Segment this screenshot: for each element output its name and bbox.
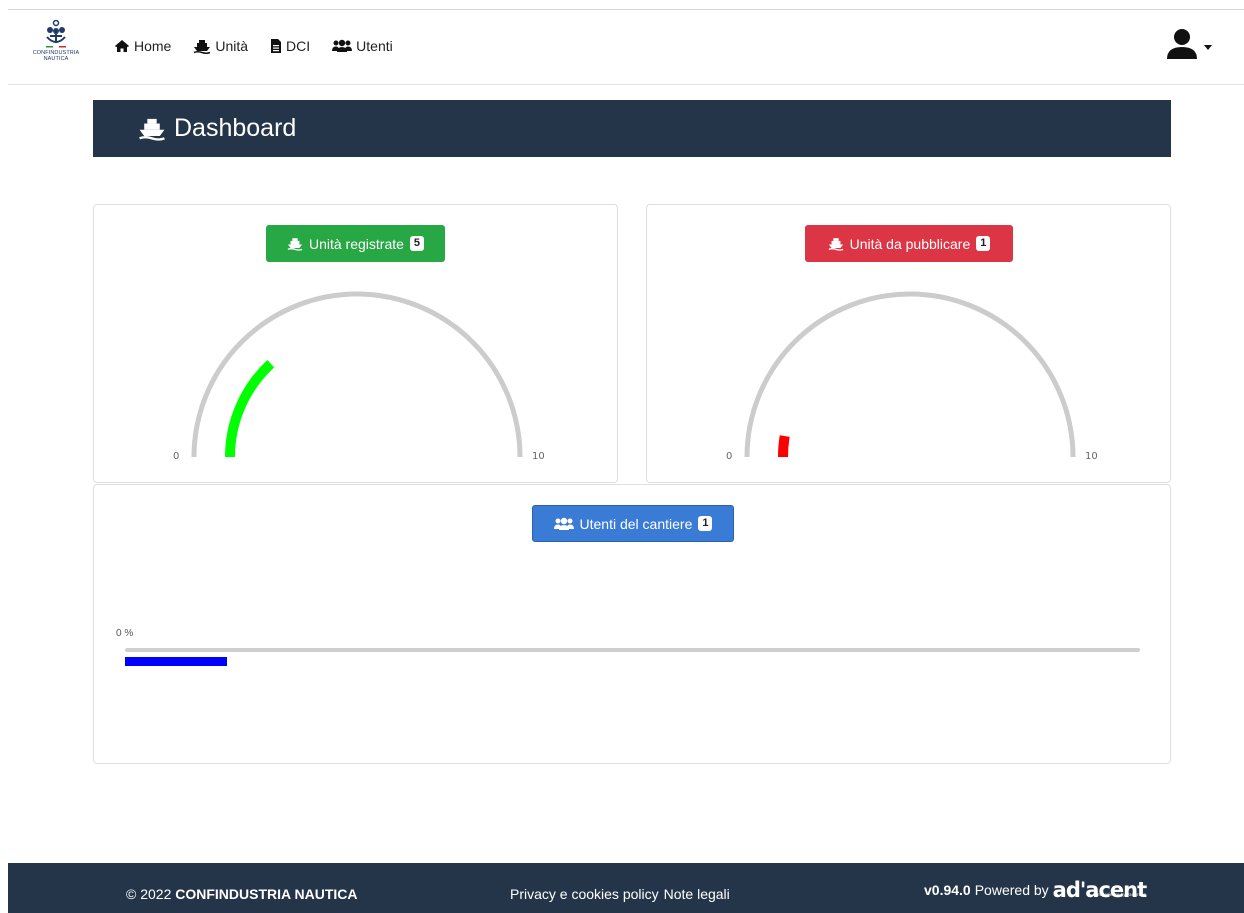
progress-fill xyxy=(125,657,227,666)
nav-item-label: Unità xyxy=(215,38,249,54)
user-icon xyxy=(1167,29,1197,59)
privacy-link[interactable]: Privacy e cookies policy xyxy=(510,886,659,902)
powered-by-label: Powered by xyxy=(974,882,1049,898)
nav-item-dci[interactable]: DCI xyxy=(270,38,310,54)
users-card: Utenti del cantiere 1 0 % xyxy=(93,484,1171,764)
gauge-min-label: 0 xyxy=(173,451,179,462)
main-nav: Home Unità DCI Utenti xyxy=(114,38,393,54)
users-button[interactable]: Utenti del cantiere 1 xyxy=(532,505,734,542)
nav-item-label: Utenti xyxy=(356,38,393,54)
gauge-max-label: 10 xyxy=(532,451,545,462)
anchor-icon xyxy=(46,20,66,48)
users-icon xyxy=(332,39,353,52)
brand-logo[interactable]: CONFINDUSTRIA NAUTICA xyxy=(26,20,86,62)
copyright-org: CONFINDUSTRIA NAUTICA xyxy=(175,886,358,902)
chevron-down-icon xyxy=(1204,44,1212,50)
count-badge: 1 xyxy=(698,516,713,531)
footer-links: Privacy e cookies policy Note legali xyxy=(510,886,730,902)
registered-units-card: Unità registrate 5 0 10 xyxy=(93,204,618,483)
gauge-max-label: 10 xyxy=(1085,451,1098,462)
footer: © 2022 CONFINDUSTRIA NAUTICA Privacy e c… xyxy=(8,863,1244,913)
home-icon xyxy=(115,40,129,52)
progress-label: 0 % xyxy=(116,628,134,639)
users-label: Utenti del cantiere xyxy=(579,515,693,532)
page-header: Dashboard xyxy=(93,100,1171,157)
file-icon xyxy=(271,39,282,53)
footer-powered: v0.94.0 Powered by ad'acent experience b… xyxy=(924,879,1147,901)
nav-item-home[interactable]: Home xyxy=(114,38,171,54)
user-menu[interactable] xyxy=(1166,28,1212,60)
adacent-logo[interactable]: ad'acent experience by var group xyxy=(1053,879,1147,901)
units-to-publish-card: Unità da pubblicare 1 0 10 xyxy=(646,204,1171,483)
units-to-publish-gauge: 0 10 xyxy=(726,291,1098,462)
copyright-prefix: © 2022 xyxy=(126,886,172,902)
legal-link[interactable]: Note legali xyxy=(664,886,730,902)
progress-track xyxy=(125,648,1140,652)
footer-copyright: © 2022 CONFINDUSTRIA NAUTICA xyxy=(126,886,358,902)
brand-line-2: NAUTICA xyxy=(43,56,69,62)
nav-item-label: DCI xyxy=(286,38,311,54)
nav-item-label: Home xyxy=(134,38,172,54)
gauge-track xyxy=(191,291,523,458)
nav-item-utenti[interactable]: Utenti xyxy=(332,38,393,54)
ship-icon xyxy=(194,39,211,54)
gauge-track xyxy=(744,291,1076,458)
users-icon xyxy=(553,517,574,530)
version-label: v0.94.0 xyxy=(924,882,971,898)
adacent-tagline: experience by var group xyxy=(1097,892,1147,897)
navbar: CONFINDUSTRIA NAUTICA Home Unità DCI Ute… xyxy=(8,10,1244,85)
registered-units-gauge: 0 10 xyxy=(173,291,545,462)
gauge-fill xyxy=(225,360,275,458)
ship-icon xyxy=(139,118,165,141)
gauge-fill xyxy=(777,435,790,458)
page-title: Dashboard xyxy=(174,114,297,142)
nav-item-unita[interactable]: Unità xyxy=(193,38,248,54)
gauge-min-label: 0 xyxy=(726,451,732,462)
